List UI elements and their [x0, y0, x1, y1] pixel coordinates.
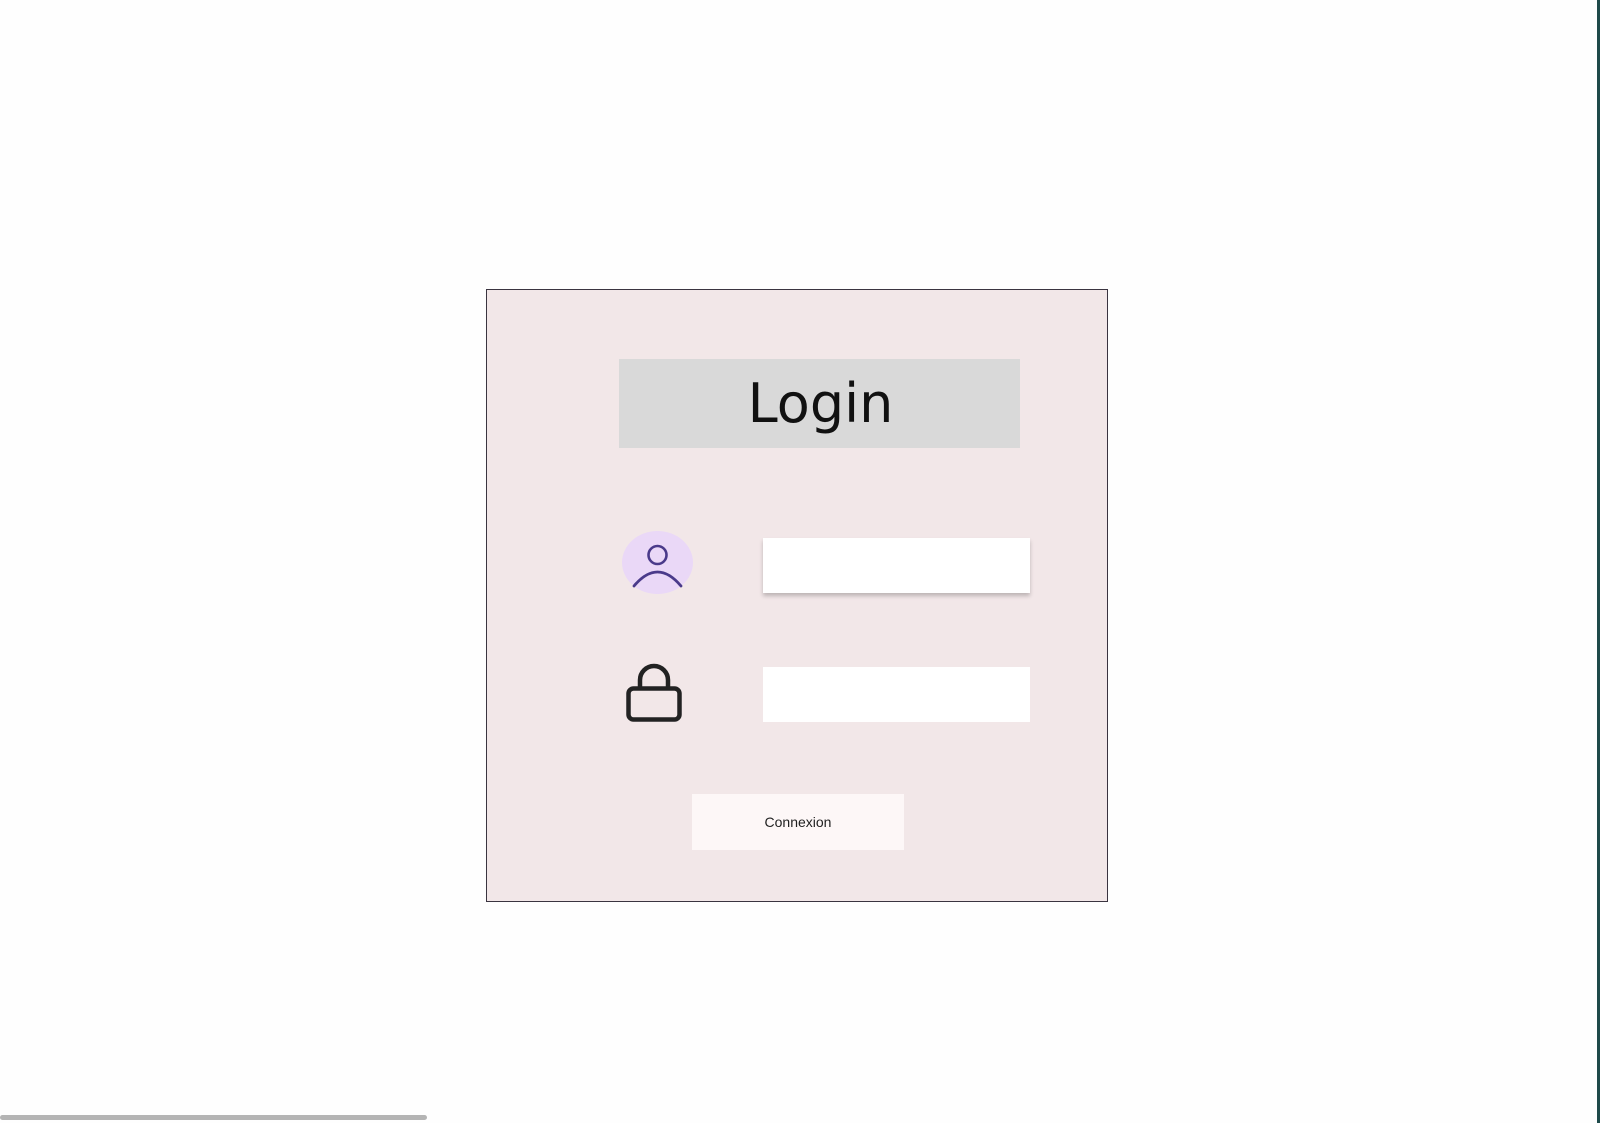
page: Login Connexion	[0, 0, 1600, 1123]
lock-icon	[625, 662, 683, 724]
password-field[interactable]	[763, 667, 1030, 722]
horizontal-scrollbar[interactable]	[0, 1115, 427, 1120]
page-title: Login	[747, 372, 894, 435]
login-card: Login Connexion	[486, 289, 1108, 902]
username-field[interactable]	[763, 538, 1030, 593]
connexion-button[interactable]: Connexion	[692, 794, 904, 850]
user-icon	[622, 531, 693, 594]
title-banner: Login	[619, 359, 1020, 448]
